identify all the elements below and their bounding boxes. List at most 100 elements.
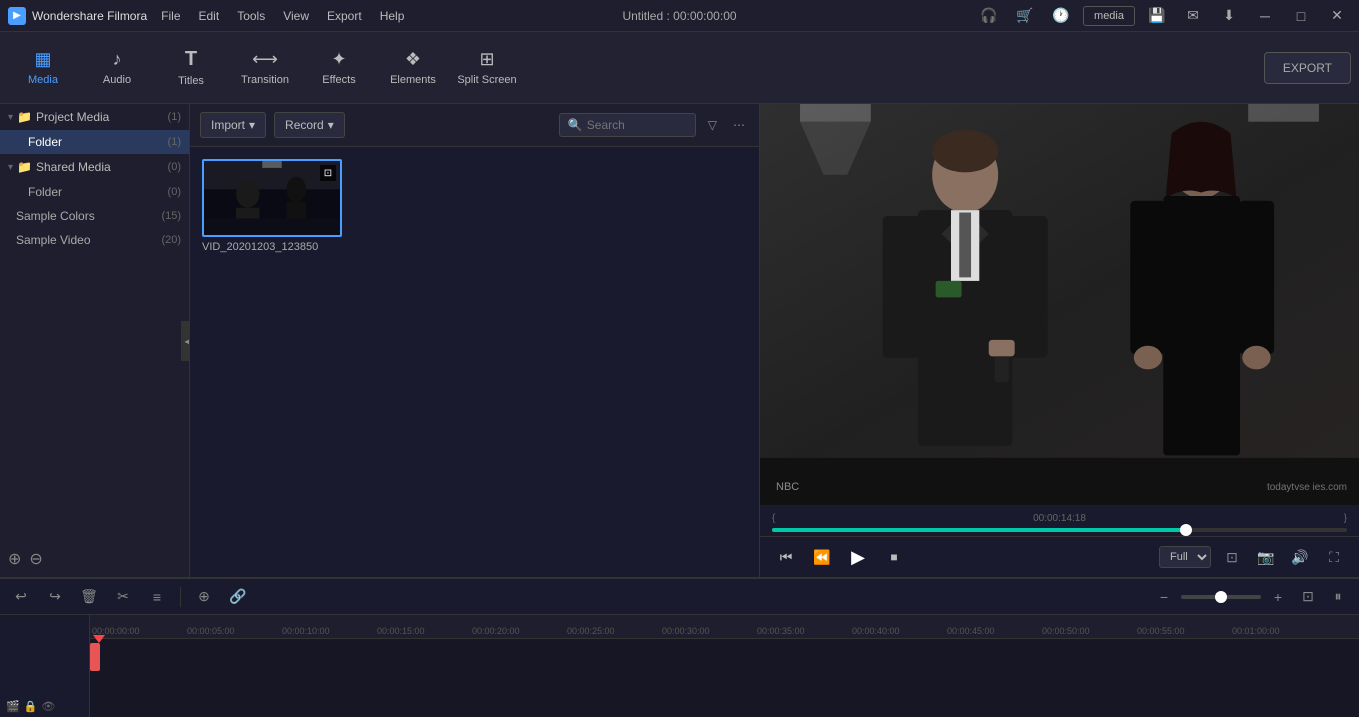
- mail-icon[interactable]: ✉: [1179, 5, 1207, 27]
- media-thumbnail-0: ⊡: [202, 159, 342, 237]
- clock-icon[interactable]: 🕐: [1047, 5, 1075, 27]
- step-back-button[interactable]: ⏮: [772, 543, 800, 571]
- tool-transition[interactable]: ⟷ Transition: [230, 36, 300, 100]
- delete-button[interactable]: 🗑: [76, 584, 102, 610]
- sample-colors-label: Sample Colors: [16, 209, 95, 223]
- zoom-in-button[interactable]: +: [1265, 584, 1291, 610]
- sample-video-label: Sample Video: [16, 233, 91, 247]
- sidebar: ▾ 📁 Project Media (1) Folder (1) ▾ 📁 Sha…: [0, 104, 190, 577]
- window-title: Untitled : 00:00:00:00: [622, 9, 736, 23]
- media-item-0[interactable]: ⊡ VID_20201203_123850: [202, 159, 342, 253]
- progress-thumb[interactable]: [1180, 524, 1192, 536]
- quality-select[interactable]: Full 1/2 1/4: [1159, 546, 1211, 568]
- tool-media[interactable]: ▦ Media: [8, 36, 78, 100]
- import-label: Import: [211, 118, 245, 132]
- login-button[interactable]: media: [1083, 6, 1135, 26]
- add-bin-icon[interactable]: ⊕: [8, 549, 21, 569]
- tool-titles[interactable]: T Titles: [156, 36, 226, 100]
- fullscreen-button[interactable]: ⛶: [1321, 544, 1347, 570]
- link-button[interactable]: 🔗: [225, 584, 251, 610]
- tool-audio[interactable]: ♪ Audio: [82, 36, 152, 100]
- sidebar-item-sample-video[interactable]: Sample Video (20): [0, 228, 189, 252]
- splitscreen-label: Split Screen: [457, 74, 516, 86]
- undo-button[interactable]: ↩: [8, 584, 34, 610]
- project-media-count: (1): [168, 111, 181, 123]
- zoom-out-button[interactable]: −: [1151, 584, 1177, 610]
- menu-edit[interactable]: Edit: [191, 5, 228, 27]
- menu-view[interactable]: View: [275, 5, 317, 27]
- chevron-down-icon-4: ▾: [328, 118, 334, 132]
- maximize-button[interactable]: □: [1287, 5, 1315, 27]
- minimize-button[interactable]: ─: [1251, 5, 1279, 27]
- shared-media-header[interactable]: ▾ 📁 Shared Media (0): [0, 154, 189, 180]
- grid-view-icon[interactable]: ⋯: [729, 114, 749, 136]
- menu-help[interactable]: Help: [372, 5, 413, 27]
- import-button[interactable]: Import ▾: [200, 112, 266, 138]
- zoom-slider[interactable]: [1181, 595, 1261, 599]
- preview-video: NBC todaytvse ies.com: [760, 104, 1359, 505]
- chevron-down-icon: ▾: [8, 112, 13, 123]
- sidebar-item-shared-folder[interactable]: Folder (0): [0, 180, 189, 204]
- tool-effects[interactable]: ✦ Effects: [304, 36, 374, 100]
- download-icon[interactable]: ⬇: [1215, 5, 1243, 27]
- record-label: Record: [285, 118, 324, 132]
- playback-controls: ⏮ ⏪ ▶ ■ Full 1/2 1/4 ⊡ 📷 🔊 ⛶: [760, 536, 1359, 577]
- export-button[interactable]: EXPORT: [1264, 52, 1351, 84]
- timeline-ruler-and-tracks: 00:00:00:00 00:00:05:00 00:00:10:00 00:0…: [90, 615, 1359, 717]
- ruler-mark-12: 00:01:00:00: [1230, 626, 1325, 636]
- filter-icon[interactable]: ▽: [704, 114, 721, 136]
- stop-button[interactable]: ■: [880, 543, 908, 571]
- adjust-button[interactable]: ≡: [144, 584, 170, 610]
- zoom-thumb[interactable]: [1215, 591, 1227, 603]
- search-bar[interactable]: 🔍: [559, 113, 696, 137]
- tool-elements[interactable]: ❖ Elements: [378, 36, 448, 100]
- add-track-button[interactable]: ⊕: [191, 584, 217, 610]
- pip-button[interactable]: ⊡: [1219, 544, 1245, 570]
- shared-folder-count: (0): [168, 186, 181, 198]
- cart-icon[interactable]: 🛒: [1011, 5, 1039, 27]
- sidebar-collapse-handle[interactable]: ◀: [181, 321, 190, 361]
- menu-export[interactable]: Export: [319, 5, 370, 27]
- close-button[interactable]: ✕: [1323, 5, 1351, 27]
- sidebar-item-folder[interactable]: Folder (1): [0, 130, 189, 154]
- project-media-header[interactable]: ▾ 📁 Project Media (1): [0, 104, 189, 130]
- save-icon[interactable]: 💾: [1143, 5, 1171, 27]
- timeline-content: 🎬 🔒 👁 00:00:00:00 00:00:05:00 00:00:10:0…: [0, 615, 1359, 717]
- timeline-track-labels: 🎬 🔒 👁: [0, 615, 90, 717]
- search-icon: 🔍: [568, 118, 583, 132]
- timeline-settings-icon[interactable]: ⏸: [1325, 584, 1351, 610]
- time-bracket-end: }: [1344, 513, 1347, 524]
- preview-panel: NBC todaytvse ies.com { 00:00:14:18 } ⏮ …: [759, 104, 1359, 577]
- effects-label: Effects: [322, 74, 355, 86]
- play-button[interactable]: ▶: [844, 543, 872, 571]
- fit-button[interactable]: ⊡: [1295, 584, 1321, 610]
- redo-button[interactable]: ↪: [42, 584, 68, 610]
- frame-back-button[interactable]: ⏪: [808, 543, 836, 571]
- menu-file[interactable]: File: [153, 5, 188, 27]
- cut-button[interactable]: ✂: [110, 584, 136, 610]
- lock-icon[interactable]: 🔒: [24, 700, 38, 713]
- progress-fill: [772, 528, 1186, 532]
- audio-label: Audio: [103, 74, 131, 86]
- headphones-icon[interactable]: 🎧: [975, 5, 1003, 27]
- eye-icon[interactable]: 👁: [41, 700, 55, 713]
- screenshot-button[interactable]: 📷: [1253, 544, 1279, 570]
- sidebar-item-sample-colors[interactable]: Sample Colors (15): [0, 204, 189, 228]
- clip-bar[interactable]: [90, 643, 100, 671]
- app-icon: ▶: [8, 7, 26, 25]
- tool-splitscreen[interactable]: ⊞ Split Screen: [452, 36, 522, 100]
- ruler-mark-9: 00:00:45:00: [945, 626, 1040, 636]
- chevron-down-icon-2: ▾: [8, 162, 13, 173]
- remove-bin-icon[interactable]: ⊖: [29, 549, 42, 569]
- transition-icon: ⟷: [252, 49, 278, 70]
- toolbar: ▦ Media ♪ Audio T Titles ⟷ Transition ✦ …: [0, 32, 1359, 104]
- record-button[interactable]: Record ▾: [274, 112, 345, 138]
- preview-scene: [760, 104, 1359, 505]
- timeline-zoom: − + ⊡ ⏸: [1151, 584, 1351, 610]
- progress-track[interactable]: [772, 528, 1347, 532]
- sidebar-folder-count: (1): [168, 136, 181, 148]
- search-input[interactable]: [587, 118, 687, 132]
- audio-icon: ♪: [113, 49, 122, 70]
- volume-button[interactable]: 🔊: [1287, 544, 1313, 570]
- menu-tools[interactable]: Tools: [229, 5, 273, 27]
